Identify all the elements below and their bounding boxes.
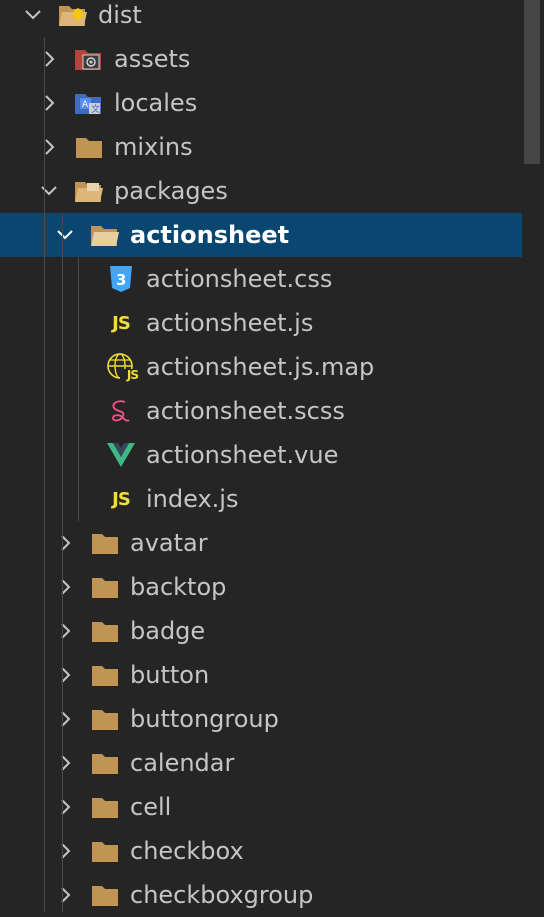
- tree-item-label: checkbox: [130, 837, 244, 865]
- tree-item-label: calendar: [130, 749, 235, 777]
- file-explorer-tree: dist assets A 文 locales mixins packages …: [0, 0, 544, 917]
- tree-item-label: actionsheet.scss: [146, 397, 345, 425]
- vertical-scrollbar[interactable]: [522, 0, 544, 912]
- scrollbar-thumb[interactable]: [524, 0, 540, 164]
- tree-item-label: actionsheet.js: [146, 309, 314, 337]
- folder-icon: [90, 748, 120, 778]
- tree-item-label: actionsheet.css: [146, 265, 333, 293]
- chevron-right-icon[interactable]: [38, 48, 60, 70]
- js-map-icon: JS: [106, 352, 139, 382]
- tree-item-label: packages: [114, 177, 228, 205]
- tree-item-label: avatar: [130, 529, 208, 557]
- tree-item-checkboxgroup[interactable]: checkboxgroup: [0, 873, 544, 917]
- chevron-right-icon[interactable]: [38, 136, 60, 158]
- tree-item-label: cell: [130, 793, 172, 821]
- chevron-right-icon[interactable]: [54, 532, 76, 554]
- tree-item-file[interactable]: JS actionsheet.js.map: [0, 345, 544, 389]
- chevron-right-icon[interactable]: [54, 664, 76, 686]
- tree-item-file[interactable]: actionsheet.scss: [0, 389, 544, 433]
- indent-guide: [62, 213, 63, 912]
- css3-icon: 3: [106, 264, 136, 294]
- tree-item-label: actionsheet.js.map: [146, 353, 375, 381]
- tree-item-label: actionsheet: [130, 221, 290, 249]
- javascript-icon: JS: [112, 312, 131, 334]
- tree-item-file[interactable]: actionsheet.vue: [0, 433, 544, 477]
- folder-locales-icon: A 文: [74, 88, 104, 118]
- chevron-right-icon[interactable]: [54, 796, 76, 818]
- svg-text:A: A: [82, 100, 89, 110]
- tree-item-packages[interactable]: packages: [0, 169, 544, 213]
- tree-item-label: buttongroup: [130, 705, 279, 733]
- tree-item-badge[interactable]: badge: [0, 609, 544, 653]
- chevron-right-icon[interactable]: [54, 708, 76, 730]
- chevron-down-icon[interactable]: [38, 180, 60, 202]
- tree-item-label: locales: [114, 89, 198, 117]
- folder-icon: [90, 572, 120, 602]
- tree-item-label: actionsheet.vue: [146, 441, 339, 469]
- tree-item-backtop[interactable]: backtop: [0, 565, 544, 609]
- svg-text:3: 3: [116, 271, 126, 289]
- folder-assets-icon: [74, 44, 104, 74]
- chevron-right-icon[interactable]: [54, 884, 76, 906]
- folder-icon: [90, 880, 120, 910]
- tree-item-label: assets: [114, 45, 191, 73]
- vue-icon: [106, 440, 136, 470]
- chevron-right-icon[interactable]: [54, 576, 76, 598]
- folder-open-icon: [58, 0, 88, 30]
- tree-item-label: mixins: [114, 133, 193, 161]
- folder-icon: [74, 132, 104, 162]
- javascript-icon: JS: [112, 488, 131, 510]
- tree-item-buttongroup[interactable]: buttongroup: [0, 697, 544, 741]
- folder-icon: [90, 528, 120, 558]
- chevron-right-icon[interactable]: [54, 840, 76, 862]
- chevron-right-icon[interactable]: [54, 620, 76, 642]
- sass-icon: [106, 396, 136, 426]
- tree-item-calendar[interactable]: calendar: [0, 741, 544, 785]
- folder-open-icon: [90, 220, 120, 250]
- folder-icon: [90, 704, 120, 734]
- tree-item-assets[interactable]: assets: [0, 37, 544, 81]
- tree-item-button[interactable]: button: [0, 653, 544, 697]
- chevron-down-icon[interactable]: [22, 4, 44, 26]
- tree-item-locales[interactable]: A 文 locales: [0, 81, 544, 125]
- tree-item-actionsheet[interactable]: actionsheet: [0, 213, 544, 257]
- tree-item-label: dist: [98, 1, 142, 29]
- tree-item-label: backtop: [130, 573, 227, 601]
- tree-item-mixins[interactable]: mixins: [0, 125, 544, 169]
- chevron-right-icon[interactable]: [38, 92, 60, 114]
- folder-packages-open-icon: [74, 176, 104, 206]
- tree-item-label: badge: [130, 617, 206, 645]
- indent-guide: [78, 257, 79, 521]
- svg-text:文: 文: [91, 103, 100, 115]
- tree-item-file[interactable]: JS index.js: [0, 477, 544, 521]
- tree-item-cell[interactable]: cell: [0, 785, 544, 829]
- chevron-right-icon[interactable]: [54, 752, 76, 774]
- tree-item-file[interactable]: 3 actionsheet.css: [0, 257, 544, 301]
- folder-icon: [90, 616, 120, 646]
- folder-icon: [90, 660, 120, 690]
- chevron-down-icon[interactable]: [54, 224, 76, 246]
- tree-item-label: checkboxgroup: [130, 881, 314, 909]
- indent-guide: [44, 37, 45, 912]
- tree-item-label: index.js: [146, 485, 239, 513]
- tree-item-checkbox[interactable]: checkbox: [0, 829, 544, 873]
- folder-icon: [90, 836, 120, 866]
- tree-item-avatar[interactable]: avatar: [0, 521, 544, 565]
- tree-item-file[interactable]: JS actionsheet.js: [0, 301, 544, 345]
- tree-item-dist[interactable]: dist: [0, 0, 544, 37]
- tree-item-label: button: [130, 661, 210, 689]
- folder-icon: [90, 792, 120, 822]
